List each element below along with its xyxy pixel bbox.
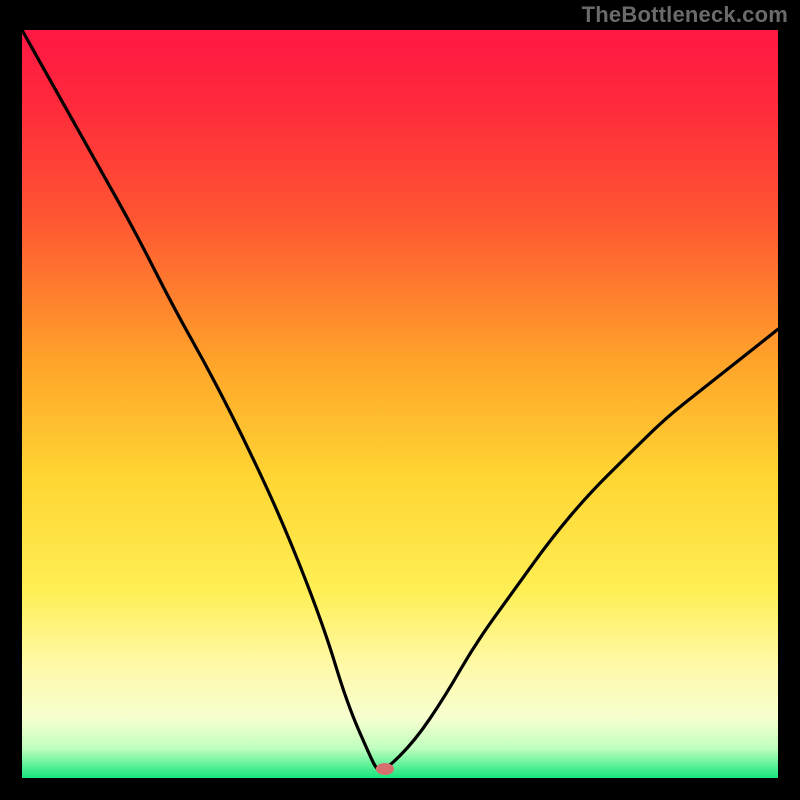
bottleneck-chart xyxy=(22,30,778,778)
optimum-marker xyxy=(376,763,394,775)
plot-area xyxy=(22,30,778,778)
chart-container: TheBottleneck.com xyxy=(0,0,800,800)
gradient-background xyxy=(22,30,778,778)
watermark-text: TheBottleneck.com xyxy=(582,2,788,28)
